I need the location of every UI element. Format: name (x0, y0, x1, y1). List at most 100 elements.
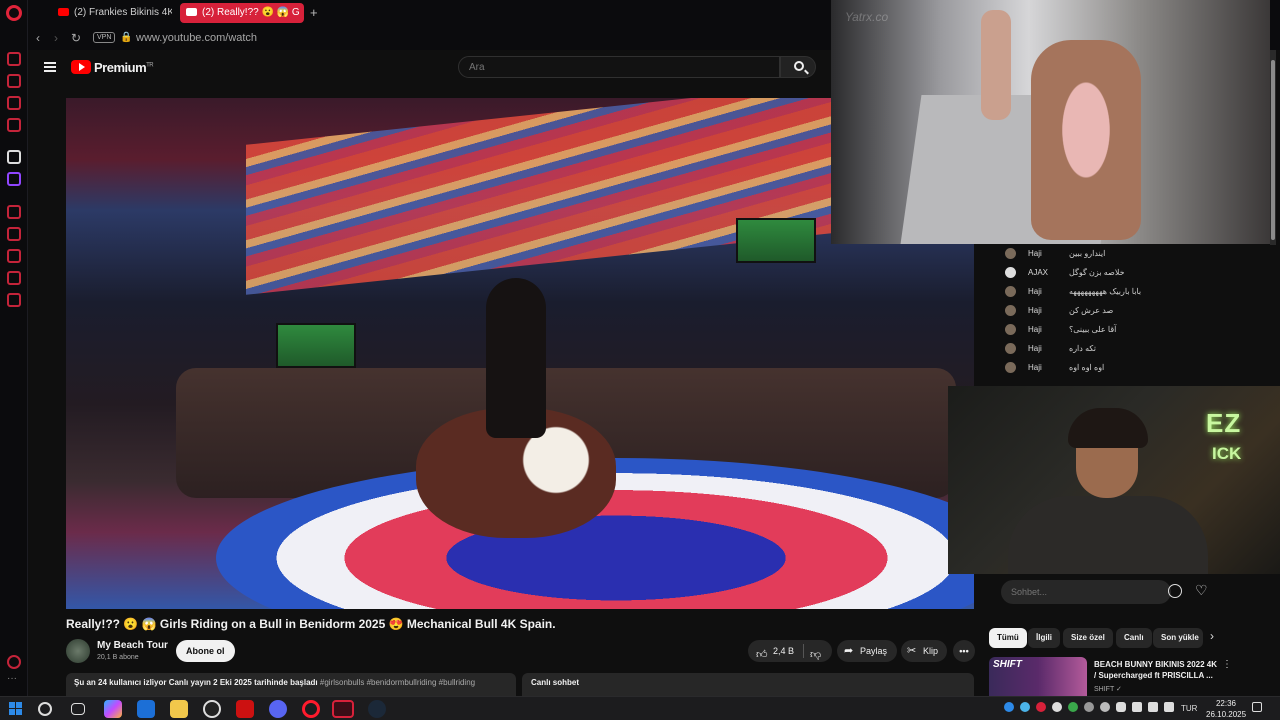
back-icon[interactable]: ‹ (36, 31, 40, 45)
chat-author: Haji (1028, 363, 1042, 372)
chat-author: Haji (1028, 325, 1042, 334)
avatar (1005, 286, 1016, 297)
screen: ··· (2) Frankies Bikinis 4K Ul (2) Reall… (0, 0, 1280, 720)
emoji-icon[interactable] (1168, 584, 1182, 598)
messenger-icon[interactable] (7, 96, 21, 110)
divider (803, 644, 804, 658)
speaker-icon (186, 8, 197, 16)
recommended-title[interactable]: BEACH BUNNY BIKINIS 2022 4K / Supercharg… (1094, 659, 1220, 681)
video-tv-screen (276, 323, 356, 368)
video-rider (486, 278, 546, 438)
gx-control-icon[interactable] (7, 655, 21, 669)
thumbs-up-icon[interactable]: 👍︎ (756, 644, 768, 666)
opera-gx-icon[interactable] (332, 700, 354, 718)
clip-button[interactable]: ✂ Klip (901, 640, 947, 662)
youtube-brand[interactable]: PremiumTR (94, 60, 154, 75)
subscribe-button[interactable]: Abone ol (176, 640, 235, 662)
opera-icon[interactable] (302, 700, 320, 718)
hashtags[interactable]: #girlsonbulls #benidormbullriding #bullr… (320, 678, 475, 687)
extensions-icon[interactable] (7, 271, 21, 285)
recommended-thumbnail[interactable]: SHIFT (989, 657, 1087, 696)
search-input[interactable] (459, 57, 779, 78)
speed-dial-icon[interactable] (7, 52, 21, 66)
mail-icon[interactable] (137, 700, 155, 718)
neon-sign: EZ (1206, 408, 1242, 438)
tray-icon[interactable] (1004, 702, 1014, 712)
youtube-logo-icon[interactable] (71, 60, 91, 74)
tab-frankies-bikinis[interactable]: (2) Frankies Bikinis 4K Ul (52, 3, 172, 23)
chat-text: آقا علی ببینی؟ (1069, 325, 1117, 334)
share-icon: ➦ (844, 645, 854, 657)
more-actions-button[interactable]: ••• (953, 640, 975, 662)
share-button[interactable]: ➦ Paylaş (837, 640, 897, 662)
view-stats: Şu an 24 kullanıcı izliyor Canlı yayın 2… (74, 678, 318, 687)
chip-all[interactable]: Tümü (989, 628, 1027, 648)
file-explorer-icon[interactable] (170, 700, 188, 718)
search-button[interactable] (780, 56, 816, 78)
opera-logo-icon[interactable] (6, 5, 22, 21)
url-field[interactable]: www.youtube.com/watch (136, 32, 257, 44)
vpn-badge[interactable]: VPN (93, 32, 116, 43)
tab-really-bull[interactable]: (2) Really!?? 😮 😱 G (180, 3, 304, 23)
tray-icon[interactable] (1068, 702, 1078, 712)
heart-icon[interactable]: ♡ (1195, 582, 1208, 599)
steam-icon[interactable] (368, 700, 386, 718)
obs-icon[interactable] (203, 700, 221, 718)
language-indicator[interactable]: TUR (1181, 704, 1197, 713)
lock-icon[interactable]: 🔒 (120, 32, 132, 43)
thumbs-down-icon[interactable]: 👎︎ (810, 644, 821, 666)
tray-icon[interactable] (1020, 702, 1030, 712)
picture-in-picture-overlay[interactable]: Yatrx.co (831, 0, 1270, 244)
chevron-right-icon[interactable]: › (1210, 629, 1214, 643)
tray-icon[interactable] (1084, 702, 1094, 712)
recommended-more-icon[interactable]: ⋮ (1222, 659, 1232, 670)
task-view-icon[interactable] (71, 703, 85, 715)
live-chat-header[interactable]: Canlı sohbet (522, 673, 974, 696)
tray-icon[interactable] (1100, 702, 1110, 712)
chip-related[interactable]: İlgili (1028, 628, 1060, 648)
new-tab-icon[interactable]: + (310, 5, 318, 20)
tray-icon[interactable] (1052, 702, 1062, 712)
clock[interactable]: 22:36 26.10.2025 (1206, 698, 1246, 720)
settings-icon[interactable] (7, 293, 21, 307)
chip-recent[interactable]: Son yükle (1153, 628, 1203, 648)
description-box[interactable]: Şu an 24 kullanıcı izliyor Canlı yayın 2… (66, 673, 516, 696)
search-icon[interactable] (38, 702, 52, 716)
volume-icon[interactable] (1148, 702, 1158, 712)
bookmarks-icon[interactable] (7, 227, 21, 241)
chat-author: Haji (1028, 287, 1042, 296)
twitch-icon[interactable] (7, 172, 21, 186)
chat-text: صد عرش کن (1069, 306, 1114, 315)
forward-icon[interactable]: › (54, 31, 58, 45)
avatar (1005, 248, 1016, 259)
player-icon[interactable] (7, 205, 21, 219)
notification-icon[interactable] (1252, 702, 1262, 712)
microphone-icon[interactable] (1116, 702, 1126, 712)
like-count[interactable]: 2,4 B (773, 640, 794, 662)
chip-live[interactable]: Canlı (1116, 628, 1152, 648)
gmail-icon[interactable] (7, 118, 21, 132)
tray-icon[interactable] (1036, 702, 1046, 712)
video-tv-screen (736, 218, 816, 263)
channel-name[interactable]: My Beach Tour (97, 640, 168, 651)
network-icon[interactable] (1132, 702, 1142, 712)
tab-islands-icon[interactable] (32, 3, 48, 23)
aria-icon[interactable] (7, 74, 21, 88)
chat-input[interactable] (1001, 580, 1171, 604)
recommended-channel[interactable]: SHIFT ✓ (1094, 685, 1122, 693)
tiktok-icon[interactable] (7, 150, 21, 164)
chip-for-you[interactable]: Size özel (1063, 628, 1113, 648)
page-scrollbar[interactable] (1270, 50, 1276, 245)
scrollbar-thumb[interactable] (1271, 60, 1275, 240)
start-icon[interactable] (9, 702, 22, 715)
channel-avatar[interactable] (66, 639, 90, 663)
more-icon[interactable]: ··· (7, 674, 21, 690)
discord-icon[interactable] (269, 700, 287, 718)
reload-icon[interactable]: ↻ (71, 31, 81, 45)
game-app-icon[interactable] (236, 700, 254, 718)
history-icon[interactable] (7, 249, 21, 263)
battery-icon[interactable] (1164, 702, 1174, 712)
pip-watermark: Yatrx.co (845, 10, 889, 24)
menu-icon[interactable] (44, 62, 56, 72)
copilot-icon[interactable] (104, 700, 122, 718)
